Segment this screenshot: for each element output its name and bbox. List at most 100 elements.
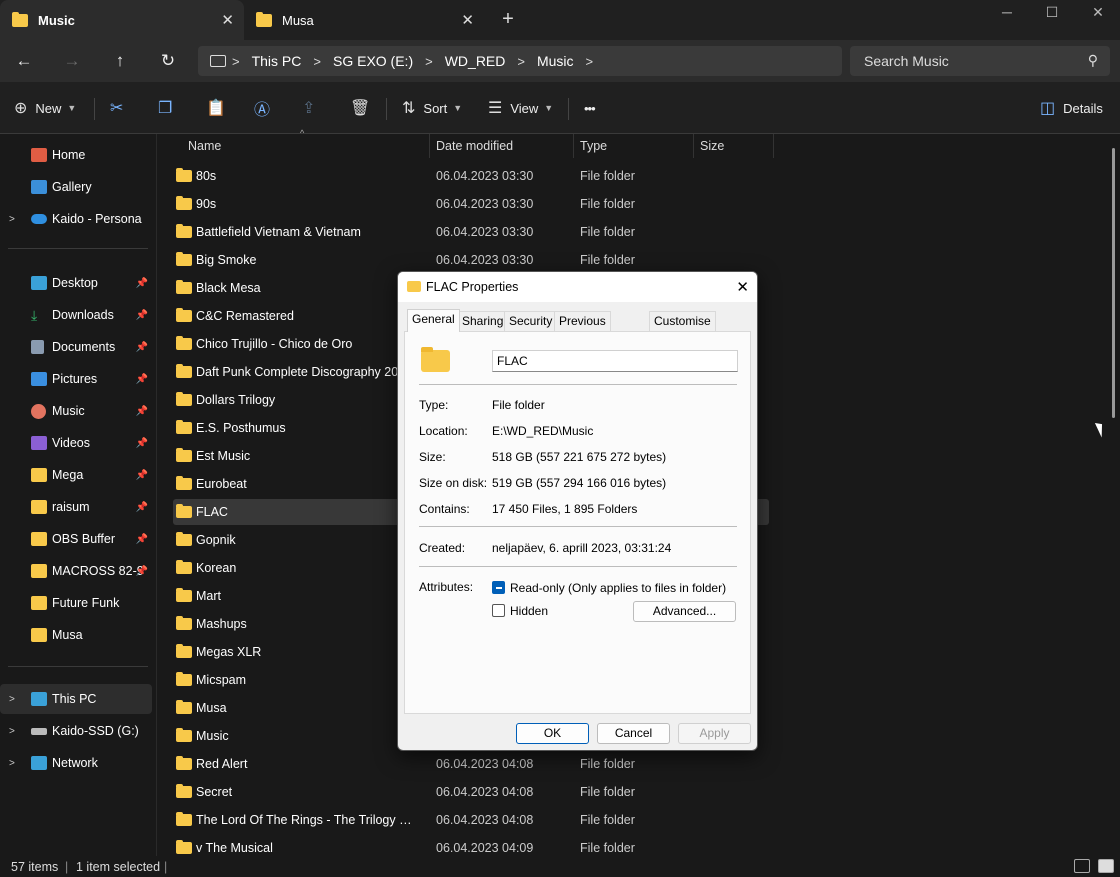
chevron-right-icon[interactable]: > xyxy=(9,758,15,769)
advanced-button[interactable]: Advanced... xyxy=(633,601,736,622)
scrollbar-thumb[interactable] xyxy=(1112,148,1115,418)
chevron-right-icon: > xyxy=(517,53,525,69)
sidebar-item-gallery[interactable]: Gallery xyxy=(0,172,152,202)
breadcrumb-wd-red[interactable]: WD_RED xyxy=(445,53,506,69)
tab-musa[interactable]: Musa ✕ xyxy=(244,0,484,40)
forward-button[interactable]: → xyxy=(60,49,84,73)
pin-icon[interactable]: 📌 xyxy=(136,534,148,545)
folder-icon xyxy=(176,392,192,406)
chevron-right-icon[interactable]: > xyxy=(586,54,594,69)
up-button[interactable]: ↑ xyxy=(108,49,132,73)
sort-button[interactable]: ⇅ Sort ▼ xyxy=(402,97,462,119)
pin-icon[interactable]: 📌 xyxy=(136,470,148,481)
details-view-icon[interactable] xyxy=(1074,859,1090,873)
sidebar-item-network[interactable]: > Network xyxy=(0,748,152,778)
pin-icon[interactable]: 📌 xyxy=(136,566,148,577)
close-tab-icon[interactable]: ✕ xyxy=(221,11,234,29)
dialog-close-button[interactable]: ✕ xyxy=(736,278,749,296)
cut-button[interactable]: ✂ xyxy=(110,97,131,119)
back-button[interactable]: ← xyxy=(12,49,36,73)
apply-button[interactable]: Apply xyxy=(678,723,751,744)
tab-security[interactable]: Security xyxy=(504,311,558,331)
pin-icon[interactable]: 📌 xyxy=(136,438,148,449)
file-row[interactable]: The Lord Of The Rings - The Trilogy Sou.… xyxy=(173,807,769,833)
sidebar-item-future-funk[interactable]: Future Funk xyxy=(0,588,152,618)
sidebar-item-documents[interactable]: Documents 📌 xyxy=(0,332,152,362)
breadcrumb-drive[interactable]: SG EXO (E:) xyxy=(333,53,413,69)
chevron-down-icon: ▼ xyxy=(544,103,554,113)
view-button[interactable]: ☰ View ▼ xyxy=(488,97,553,119)
tab-sharing[interactable]: Sharing xyxy=(457,311,509,331)
readonly-checkbox[interactable] xyxy=(492,581,505,594)
delete-button[interactable]: 🗑 xyxy=(350,97,378,119)
breadcrumb-music[interactable]: Music xyxy=(537,53,574,69)
address-bar[interactable]: > This PC > SG EXO (E:) > WD_RED > Music… xyxy=(198,46,842,76)
more-options-button[interactable]: ••• xyxy=(584,97,596,119)
sidebar-item-raisum[interactable]: raisum 📌 xyxy=(0,492,152,522)
close-tab-icon[interactable]: ✕ xyxy=(461,11,474,29)
tab-customise[interactable]: Customise xyxy=(649,311,716,331)
new-button[interactable]: ⊕ New ▼ xyxy=(14,97,76,119)
file-row[interactable]: Battlefield Vietnam & Vietnam 06.04.2023 … xyxy=(173,219,769,245)
close-window-button[interactable]: ✕ xyxy=(1086,4,1110,21)
folder-name-input[interactable] xyxy=(492,350,738,372)
column-size[interactable]: Size xyxy=(694,134,774,158)
tab-previous-versions[interactable]: Previous Versions xyxy=(554,311,611,346)
pin-icon[interactable]: 📌 xyxy=(136,502,148,513)
rename-button[interactable]: Ⓐ xyxy=(254,97,278,119)
sidebar-item-music[interactable]: Music 📌 xyxy=(0,396,152,426)
file-row[interactable]: 90s 06.04.2023 03:30 File folder xyxy=(173,191,769,217)
maximize-button[interactable]: ☐ xyxy=(1040,4,1064,21)
column-type[interactable]: Type xyxy=(574,134,694,158)
chevron-right-icon[interactable]: > xyxy=(9,694,15,705)
tab-music[interactable]: Music ✕ xyxy=(0,0,244,40)
file-row[interactable]: Secret 06.04.2023 04:08 File folder xyxy=(173,779,769,805)
rename-icon: Ⓐ xyxy=(254,102,271,119)
sidebar-item-downloads[interactable]: ⤓ Downloads 📌 xyxy=(0,300,152,330)
tab-general[interactable]: General xyxy=(407,309,460,332)
hidden-checkbox[interactable] xyxy=(492,604,505,617)
share-button[interactable]: ⇪ xyxy=(302,97,323,119)
sidebar-item-obs-buffer[interactable]: OBS Buffer 📌 xyxy=(0,524,152,554)
chevron-right-icon[interactable]: > xyxy=(9,726,15,737)
pin-icon[interactable]: 📌 xyxy=(136,278,148,289)
sidebar-item-musa[interactable]: Musa xyxy=(0,620,152,650)
sidebar-item-this-pc[interactable]: > This PC xyxy=(0,684,152,714)
cancel-button[interactable]: Cancel xyxy=(597,723,670,744)
sidebar-item-label: Home xyxy=(52,148,86,162)
sidebar-item-kaido-ssd[interactable]: > Kaido-SSD (G:) xyxy=(0,716,152,746)
column-name[interactable]: Name xyxy=(182,134,430,158)
sidebar-item-home[interactable]: Home xyxy=(0,140,152,170)
details-pane-button[interactable]: ◫ Details xyxy=(1040,97,1103,119)
vertical-scrollbar[interactable] xyxy=(1112,148,1115,838)
folder-icon xyxy=(176,476,192,490)
sidebar-item-videos[interactable]: Videos 📌 xyxy=(0,428,152,458)
sidebar-item-onedrive[interactable]: > Kaido - Personal xyxy=(0,204,152,234)
pin-icon[interactable]: 📌 xyxy=(136,406,148,417)
paste-button[interactable]: 📋 xyxy=(206,97,234,119)
desktop-icon xyxy=(31,276,47,290)
copy-button[interactable]: ❐ xyxy=(158,97,180,119)
tiles-view-icon[interactable] xyxy=(1098,859,1114,873)
refresh-button[interactable]: ↻ xyxy=(156,49,180,73)
minimize-button[interactable]: ─ xyxy=(995,4,1019,20)
pin-icon[interactable]: 📌 xyxy=(136,374,148,385)
ok-button[interactable]: OK xyxy=(516,723,589,744)
type-value: File folder xyxy=(492,398,545,412)
new-tab-button[interactable]: + xyxy=(496,8,520,31)
sidebar-item-pictures[interactable]: Pictures 📌 xyxy=(0,364,152,394)
search-input[interactable]: Search Music ⚲ xyxy=(850,46,1110,76)
file-row[interactable]: Big Smoke 06.04.2023 03:30 File folder xyxy=(173,247,769,273)
column-date-modified[interactable]: Date modified xyxy=(430,134,574,158)
file-row[interactable]: Red Alert 06.04.2023 04:08 File folder xyxy=(173,751,769,777)
breadcrumb-this-pc[interactable]: This PC xyxy=(252,53,302,69)
chevron-right-icon[interactable]: > xyxy=(9,214,15,225)
file-name: Chico Trujillo - Chico de Oro xyxy=(196,337,353,351)
file-row[interactable]: 80s 06.04.2023 03:30 File folder xyxy=(173,163,769,189)
sidebar-item-mega[interactable]: Mega 📌 xyxy=(0,460,152,490)
pin-icon[interactable]: 📌 xyxy=(136,310,148,321)
sidebar-item-macross[interactable]: MACROSS 82-99 📌 xyxy=(0,556,152,586)
sidebar-item-desktop[interactable]: Desktop 📌 xyxy=(0,268,152,298)
pin-icon[interactable]: 📌 xyxy=(136,342,148,353)
sidebar-item-label: Downloads xyxy=(52,308,114,322)
